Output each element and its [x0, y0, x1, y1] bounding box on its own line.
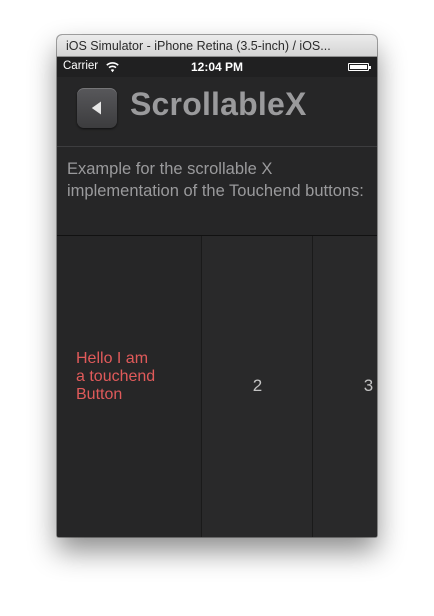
navigation-bar: ScrollableX	[57, 77, 377, 147]
page-title: ScrollableX	[130, 86, 307, 122]
window-title: iOS Simulator - iPhone Retina (3.5-inch)…	[57, 35, 377, 57]
device-screen: Carrier 12:04 PM ScrollableX Example for…	[57, 57, 377, 537]
touchend-button-2-label: 2	[252, 376, 263, 395]
touchend-button-3[interactable]: 3	[313, 236, 377, 537]
status-bar: Carrier 12:04 PM	[57, 57, 377, 77]
touchend-button-1-label: Hello I am a touchend Button	[76, 350, 156, 403]
description-area: Example for the scrollable X implementat…	[57, 147, 377, 236]
horizontal-scroller[interactable]: Hello I am a touchend Button 2 3	[57, 236, 377, 537]
touchend-button-1[interactable]: Hello I am a touchend Button	[57, 236, 202, 537]
back-button[interactable]	[77, 88, 117, 128]
status-time: 12:04 PM	[190, 60, 244, 74]
touchend-button-3-label: 3	[363, 376, 374, 395]
touchend-button-2[interactable]: 2	[202, 236, 313, 537]
description-text: Example for the scrollable X implementat…	[67, 160, 364, 200]
battery-icon	[348, 63, 371, 71]
back-arrow-icon	[91, 101, 101, 115]
simulator-window: iOS Simulator - iPhone Retina (3.5-inch)…	[57, 35, 377, 537]
